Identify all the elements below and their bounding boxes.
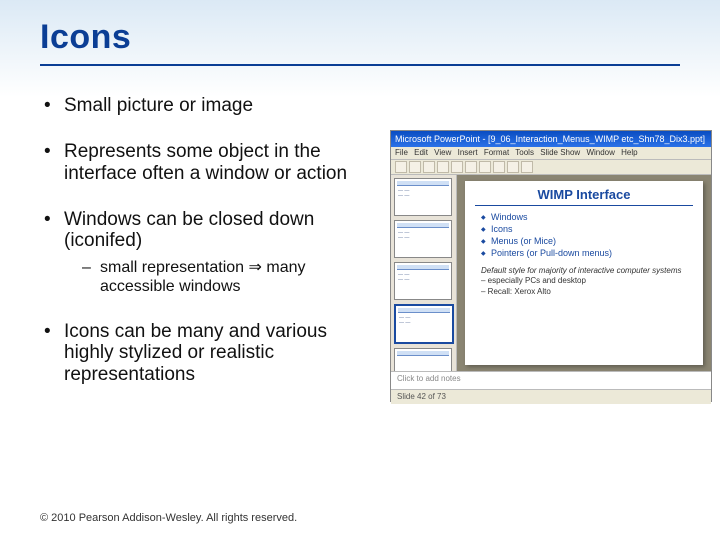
menu-edit: Edit: [414, 148, 428, 157]
inner-item: Icons: [481, 224, 693, 234]
bullet-3-text: Windows can be closed down (iconifed): [64, 209, 314, 252]
status-bar: Slide 42 of 73: [391, 389, 711, 404]
app-toolbar: [391, 160, 711, 175]
toolbar-icon: [423, 161, 435, 173]
menu-help: Help: [621, 148, 637, 157]
sub-list: small representation ⇒ many accessible w…: [82, 258, 380, 296]
menu-format: Format: [484, 148, 509, 157]
menu-file: File: [395, 148, 408, 157]
slide-title: Icons: [40, 18, 131, 57]
inner-slide-title: WIMP Interface: [475, 187, 693, 206]
content-area: Small picture or image Represents some o…: [40, 95, 380, 410]
app-body: — —— — — —— — — —— — — —— — WIMP Interfa…: [391, 175, 711, 371]
implies-arrow: ⇒: [249, 259, 262, 276]
thumbnail-panel: — —— — — —— — — —— — — —— —: [391, 175, 457, 371]
title-underline: [40, 64, 680, 66]
bullet-list: Small picture or image Represents some o…: [40, 95, 380, 386]
bullet-2: Represents some object in the interface …: [40, 141, 380, 185]
copyright-footer: © 2010 Pearson Addison-Wesley. All right…: [40, 512, 297, 524]
powerpoint-screenshot: Microsoft PowerPoint - [9_06_Interaction…: [390, 130, 712, 402]
slide-thumb-selected: — —— —: [394, 304, 454, 344]
inner-subtext: Default style for majority of interactiv…: [481, 266, 693, 297]
slide-thumb: — —— —: [394, 262, 452, 300]
bullet-4: Icons can be many and various highly sty…: [40, 321, 380, 387]
toolbar-icon: [493, 161, 505, 173]
app-titlebar: Microsoft PowerPoint - [9_06_Interaction…: [391, 131, 711, 147]
inner-item: Windows: [481, 212, 693, 222]
inner-slide: WIMP Interface Windows Icons Menus (or M…: [465, 181, 703, 365]
toolbar-icon: [437, 161, 449, 173]
menu-slideshow: Slide Show: [540, 148, 580, 157]
toolbar-icon: [507, 161, 519, 173]
menu-insert: Insert: [458, 148, 478, 157]
sub-bullet-1: small representation ⇒ many accessible w…: [82, 258, 380, 296]
toolbar-icon: [409, 161, 421, 173]
slide-canvas: WIMP Interface Windows Icons Menus (or M…: [457, 175, 711, 371]
app-menubar: File Edit View Insert Format Tools Slide…: [391, 147, 711, 160]
inner-slide-list: Windows Icons Menus (or Mice) Pointers (…: [481, 212, 693, 258]
inner-item: Pointers (or Pull-down menus): [481, 248, 693, 258]
bullet-1: Small picture or image: [40, 95, 380, 117]
toolbar-icon: [479, 161, 491, 173]
inner-item: Menus (or Mice): [481, 236, 693, 246]
menu-tools: Tools: [515, 148, 534, 157]
menu-view: View: [434, 148, 451, 157]
bullet-3: Windows can be closed down (iconifed) sm…: [40, 209, 380, 297]
toolbar-icon: [395, 161, 407, 173]
notes-pane: Click to add notes: [391, 371, 711, 389]
toolbar-icon: [465, 161, 477, 173]
slide-thumb: [394, 348, 452, 371]
slide-thumb: — —— —: [394, 178, 452, 216]
toolbar-icon: [451, 161, 463, 173]
slide-thumb: — —— —: [394, 220, 452, 258]
slide: Icons Small picture or image Represents …: [0, 0, 720, 540]
menu-window: Window: [586, 148, 614, 157]
toolbar-icon: [521, 161, 533, 173]
